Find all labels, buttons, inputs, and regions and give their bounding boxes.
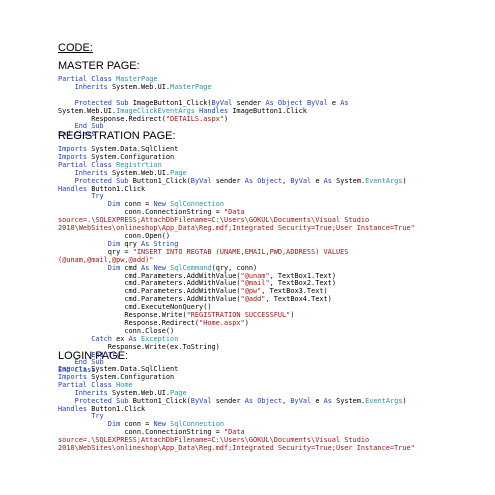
code-line: Response.Redirect("DETAILS.aspx") xyxy=(58,114,229,123)
code-line: Dim conn = New SqlConnection xyxy=(107,200,224,209)
code-line: Partial Class Home xyxy=(58,380,133,389)
code-line: Protected Sub Button1_Click(ByVal sender… xyxy=(74,396,407,405)
code-line: Imports System.Configuration xyxy=(58,152,175,161)
code-line: source=.\SQLEXPRESS;AttachDbFilename=C:\… xyxy=(58,216,370,225)
code-line: Response.Redirect("Home.aspx") xyxy=(58,318,249,327)
code-line: Try xyxy=(91,192,104,201)
code-line: Imports System.Data.SqlClient xyxy=(58,365,179,373)
code-line: Partial Class MasterPage xyxy=(58,75,158,83)
code-line: 2010\WebSites\onlineshop\App_Data\Reg.md… xyxy=(58,444,415,453)
code-line: (@unam,@mail,@pw,@add)" xyxy=(58,255,154,264)
code-line: Inherits System.Web.UI.Page xyxy=(74,388,187,397)
code-line: Inherits System.Web.UI.Page xyxy=(74,168,187,177)
code-line: Handles Button1.Click xyxy=(58,404,146,413)
code-line: cmd.Parameters.AddWithValue("@add", Text… xyxy=(58,295,332,304)
registration-page-heading: REGISTRATION PAGE: xyxy=(58,130,176,142)
code-line: cmd.ExecuteNonQuery() xyxy=(58,303,212,312)
code-line: qry = "INSERT INTO REGTAB (UNAME,EMAIL,P… xyxy=(58,247,349,256)
code-line: 2010\WebSites\onlineshop\App_Data\Reg.md… xyxy=(58,224,415,233)
code-line: conn.Close() xyxy=(58,326,175,335)
code-line: Try xyxy=(91,412,104,421)
code-line: Imports System.Configuration xyxy=(58,372,175,381)
code-line: Catch ex As Exception xyxy=(91,334,179,343)
login-page-code: Imports System.Data.SqlClient Imports Sy… xyxy=(58,365,415,453)
code-line: System.Web.UI.ImageClickEventArgs Handle… xyxy=(58,106,307,115)
code-line: Dim qry As String xyxy=(107,239,179,248)
code-line: Imports System.Data.SqlClient xyxy=(58,145,179,153)
code-line: cmd.Parameters.AddWithValue("@unam", Tex… xyxy=(58,271,336,280)
code-line: conn.ConnectionString = "Data xyxy=(58,428,245,437)
code-line: Protected Sub Button1_Click(ByVal sender… xyxy=(74,176,407,185)
registration-page-code: Imports System.Data.SqlClient Imports Sy… xyxy=(58,145,415,375)
code-line: Dim cmd As New SqlCommand(qry, conn) xyxy=(107,263,258,272)
code-line: cmd.Parameters.AddWithValue("@mail", Tex… xyxy=(58,279,336,288)
code-line: Dim conn = New SqlConnection xyxy=(107,420,224,429)
code-line: conn.Open() xyxy=(58,231,171,240)
code-line: Protected Sub ImageButton1_Click(ByVal s… xyxy=(74,98,349,107)
document-page: CODE: MASTER PAGE: Partial Class MasterP… xyxy=(0,0,495,495)
code-line: Handles Button1.Click xyxy=(58,184,146,193)
master-page-heading: MASTER PAGE: xyxy=(58,60,140,72)
code-line: cmd.Parameters.AddWithValue("@pw", TextB… xyxy=(58,287,328,296)
code-line: source=.\SQLEXPRESS;AttachDbFilename=C:\… xyxy=(58,436,370,445)
code-line: Response.Write("REGISTRATION SUCCESSFUL"… xyxy=(58,311,295,320)
code-line: conn.ConnectionString = "Data xyxy=(58,208,245,217)
login-page-heading: LOGIN PAGE: xyxy=(58,350,129,362)
code-line: Inherits System.Web.UI.MasterPage xyxy=(74,82,212,91)
code-line: Partial Class Registrtion xyxy=(58,160,162,169)
code-heading: CODE: xyxy=(58,42,93,54)
